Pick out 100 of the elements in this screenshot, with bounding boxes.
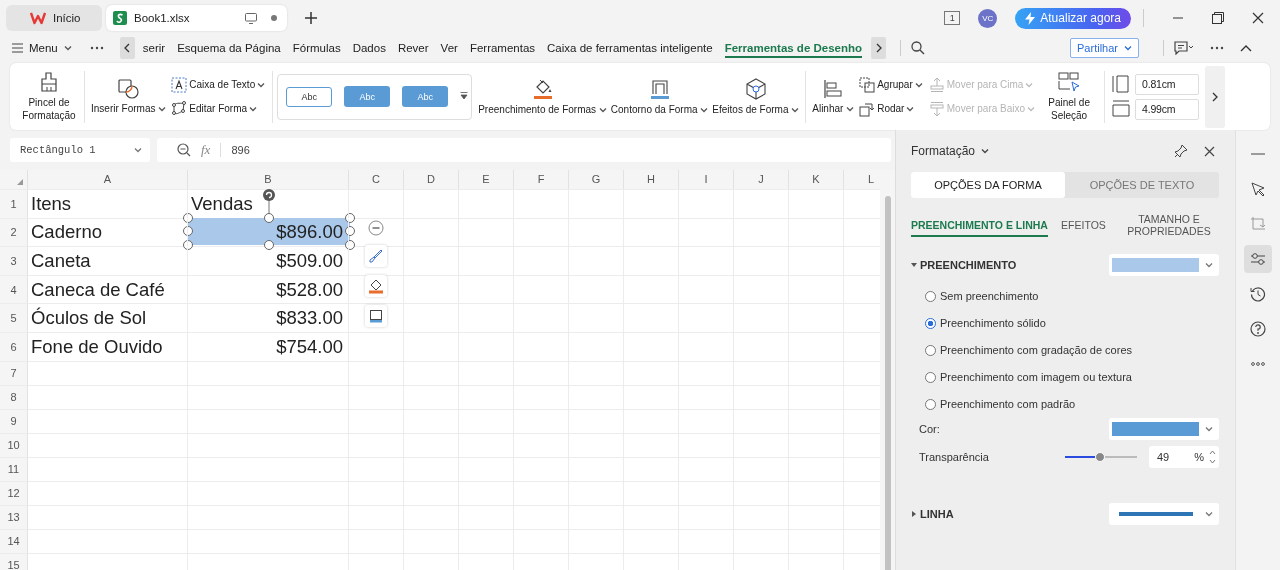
name-box[interactable]: Rectângulo 1 bbox=[10, 138, 150, 162]
column-header[interactable]: H bbox=[624, 170, 679, 189]
collapse-ribbon-icon[interactable] bbox=[1240, 44, 1252, 52]
row-header[interactable]: 4 bbox=[0, 275, 28, 304]
section-header[interactable]: LINHA bbox=[911, 508, 954, 520]
share-button[interactable]: Partilhar bbox=[1070, 38, 1139, 58]
row-header[interactable]: 7 bbox=[0, 361, 28, 385]
gallery-dropdown-icon[interactable] bbox=[460, 92, 469, 101]
comment-icon[interactable] bbox=[1174, 41, 1194, 55]
radio-option[interactable]: Sem preenchimento bbox=[925, 288, 1219, 304]
fill-tool-button[interactable] bbox=[365, 275, 387, 297]
panel-subtab[interactable]: TAMANHO E PROPRIEDADES bbox=[1119, 213, 1219, 243]
shape-outline-button[interactable]: Contorno da Forma bbox=[608, 78, 711, 115]
row-header[interactable]: 9 bbox=[0, 409, 28, 433]
column-header[interactable]: E bbox=[459, 170, 514, 189]
close-icon[interactable] bbox=[1252, 12, 1264, 24]
group-button[interactable]: Agrupar bbox=[859, 75, 923, 94]
menu-tab[interactable]: Esquema da Página bbox=[177, 38, 281, 58]
row-header[interactable]: 11 bbox=[0, 457, 28, 481]
radio-button[interactable] bbox=[925, 371, 936, 383]
row-header[interactable]: 2 bbox=[0, 218, 28, 247]
row-header[interactable]: 13 bbox=[0, 505, 28, 529]
color-dropdown[interactable] bbox=[1109, 418, 1219, 440]
row-header[interactable]: 1 bbox=[0, 190, 28, 218]
panel-title[interactable]: Formatação bbox=[911, 144, 990, 158]
row-header[interactable]: 6 bbox=[0, 332, 28, 361]
radio-option[interactable]: Preenchimento com padrão bbox=[925, 396, 1219, 412]
panel-tab[interactable]: OPÇÕES DE TEXTO bbox=[1065, 172, 1219, 198]
row-header[interactable]: 10 bbox=[0, 433, 28, 457]
transparency-field[interactable]: 49 % bbox=[1149, 446, 1219, 468]
align-button[interactable]: Alinhar bbox=[810, 79, 857, 114]
outline-tool-button[interactable] bbox=[365, 305, 387, 327]
radio-button[interactable] bbox=[925, 317, 936, 329]
column-header[interactable]: A bbox=[28, 170, 188, 189]
column-header[interactable]: D bbox=[404, 170, 459, 189]
selection-pane-button[interactable]: Painel de Seleção bbox=[1038, 71, 1101, 122]
close-icon[interactable] bbox=[1204, 145, 1215, 157]
height-field[interactable]: 0.81cm bbox=[1135, 73, 1200, 95]
format-painter-button[interactable]: Pincel de Formatação bbox=[18, 71, 80, 122]
menu-tab[interactable]: Ferramentas bbox=[469, 38, 536, 58]
column-header[interactable]: F bbox=[514, 170, 569, 189]
new-tab-icon[interactable] bbox=[305, 12, 317, 24]
column-header[interactable]: K bbox=[789, 170, 844, 189]
shape-fill-button[interactable]: Preenchimento de Formas bbox=[476, 78, 609, 115]
panel-subtab[interactable]: PREENCHIMENTO E LINHA bbox=[911, 219, 1048, 237]
radio-option[interactable]: Preenchimento sólido bbox=[925, 315, 1219, 331]
row-header[interactable]: 8 bbox=[0, 385, 28, 409]
scroll-left-button[interactable] bbox=[119, 37, 135, 59]
radio-button[interactable] bbox=[925, 344, 936, 356]
document-tab[interactable]: Book1.xlsx bbox=[106, 5, 287, 31]
row-header[interactable]: 3 bbox=[0, 247, 28, 275]
menu-tab[interactable]: Rever bbox=[397, 38, 429, 58]
menu-tab[interactable]: Dados bbox=[352, 38, 386, 58]
radio-option[interactable]: Preenchimento com imagem ou textura bbox=[925, 369, 1219, 385]
function-label[interactable]: fx bbox=[201, 142, 211, 158]
search-icon[interactable] bbox=[911, 41, 926, 55]
panel-subtab[interactable]: EFEITOS bbox=[1061, 219, 1106, 237]
row-header[interactable]: 5 bbox=[0, 304, 28, 332]
rotate-button[interactable]: Rodar bbox=[859, 99, 923, 118]
menu-button[interactable]: Menu bbox=[12, 42, 72, 54]
collapse-tools-icon[interactable] bbox=[368, 220, 384, 236]
formula-field[interactable]: fx 896 bbox=[157, 138, 891, 162]
column-header[interactable]: G bbox=[569, 170, 624, 189]
shape-effects-button[interactable]: Efeitos de Forma bbox=[710, 78, 802, 115]
upgrade-button[interactable]: Atualizar agora bbox=[1015, 7, 1131, 29]
column-header[interactable]: J bbox=[734, 170, 789, 189]
menu-tab[interactable]: serir bbox=[142, 38, 166, 58]
radio-option[interactable]: Preenchimento com gradação de cores bbox=[925, 342, 1219, 358]
row-header[interactable]: 15 bbox=[0, 553, 28, 570]
style-tool-button[interactable] bbox=[365, 245, 387, 267]
select-all-icon[interactable] bbox=[17, 179, 23, 185]
edit-shape-button[interactable]: Editar Forma bbox=[171, 99, 266, 118]
restore-icon[interactable] bbox=[1212, 12, 1224, 24]
window-count-icon[interactable]: 1 bbox=[944, 11, 961, 25]
width-field[interactable]: 4.99cm bbox=[1135, 98, 1200, 120]
row-header[interactable]: 12 bbox=[0, 481, 28, 505]
more-icon[interactable] bbox=[1210, 46, 1224, 50]
text-box-button[interactable]: Caixa de Texto bbox=[171, 75, 266, 94]
slider-thumb[interactable] bbox=[1095, 452, 1106, 462]
radio-button[interactable] bbox=[925, 398, 936, 410]
menu-tab[interactable]: Fórmulas bbox=[292, 38, 341, 58]
panel-tab[interactable]: OPÇÕES DA FORMA bbox=[911, 172, 1065, 198]
menu-tab[interactable]: Ferramentas de Desenho bbox=[724, 38, 863, 58]
column-header[interactable]: I bbox=[679, 170, 734, 189]
row-header[interactable]: 14 bbox=[0, 529, 28, 553]
insert-shapes-button[interactable]: Inserir Formas bbox=[89, 79, 169, 114]
line-style-dropdown[interactable] bbox=[1109, 503, 1219, 525]
scrollbar-thumb[interactable] bbox=[884, 196, 891, 570]
monitor-icon[interactable] bbox=[245, 12, 257, 24]
document-tab[interactable]: Início bbox=[6, 5, 102, 31]
menu-tab[interactable]: Ver bbox=[440, 38, 458, 58]
radio-button[interactable] bbox=[925, 290, 936, 302]
column-header[interactable]: C bbox=[349, 170, 404, 189]
user-avatar[interactable]: VC bbox=[978, 8, 998, 28]
section-header[interactable]: PREENCHIMENTO bbox=[911, 259, 1017, 271]
pin-icon[interactable] bbox=[1174, 144, 1188, 158]
more-icon[interactable] bbox=[89, 46, 104, 50]
spinner-icon[interactable] bbox=[1209, 449, 1216, 465]
shape-style-button[interactable]: Abc bbox=[286, 86, 333, 107]
fill-color-dropdown[interactable] bbox=[1109, 254, 1219, 276]
